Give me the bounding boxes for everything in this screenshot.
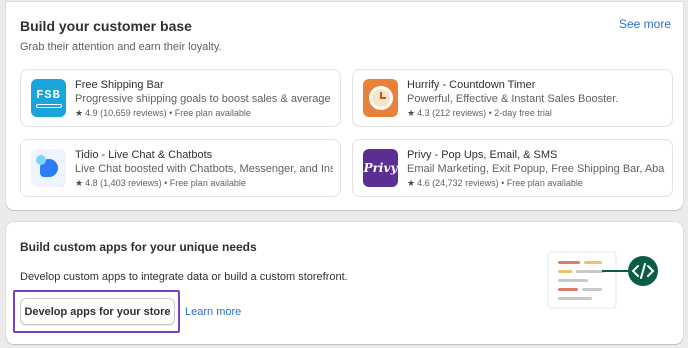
app-rating-meta: ★ 4.3 (212 reviews) • 2-day free trial [407,108,552,118]
section-title: Build your customer base [20,18,192,34]
learn-more-link[interactable]: Learn more [185,306,241,318]
app-description: Progressive shipping goals to boost sale… [75,93,333,105]
app-description: Powerful, Effective & Instant Sales Boos… [407,93,619,105]
see-more-link[interactable]: See more [619,17,671,31]
code-document-illustration-icon [547,251,658,309]
custom-apps-description: Develop custom apps to integrate data or… [20,271,348,283]
app-rating: 4.6 [417,178,430,188]
app-rating: 4.3 [417,108,430,118]
app-name: Free Shipping Bar [75,79,164,91]
custom-apps-card: Build custom apps for your unique needs … [6,222,683,344]
custom-apps-title: Build custom apps for your unique needs [20,240,257,254]
app-rating-meta: ★ 4.8 (1,403 reviews) • Free plan availab… [75,178,246,188]
app-name: Hurrify - Countdown Timer [407,79,536,91]
app-reviews: (1,403 reviews) [100,178,162,188]
privy-logo-text: Privy [363,161,398,175]
app-rating-meta: ★ 4.6 (24,732 reviews) • Free plan availa… [407,178,583,188]
privy-logo-icon: Privy [363,149,398,187]
chat-bubble-icon [31,149,66,187]
customer-base-card: Build your customer base See more Grab t… [6,2,683,210]
app-pricing: 2-day free trial [494,108,552,118]
app-rating: 4.8 [85,178,98,188]
fsb-logo-icon: FSB [31,79,66,117]
star-icon: ★ [407,178,416,188]
app-reviews: (212 reviews) [432,108,487,118]
develop-apps-button[interactable]: Develop apps for your store [20,298,175,325]
app-name: Tidio - Live Chat & Chatbots [75,149,213,161]
app-card-privy[interactable]: Privy Privy - Pop Ups, Email, & SMS Emai… [352,139,673,197]
app-card-tidio[interactable]: Tidio - Live Chat & Chatbots Live Chat b… [20,139,341,197]
app-card-hurrify[interactable]: Hurrify - Countdown Timer Powerful, Effe… [352,69,673,127]
app-description: Email Marketing, Exit Popup, Free Shippi… [407,163,665,175]
app-description: Live Chat boosted with Chatbots, Messeng… [75,163,333,175]
app-card-free-shipping-bar[interactable]: FSB Free Shipping Bar Progressive shippi… [20,69,341,127]
star-icon: ★ [75,108,84,118]
star-icon: ★ [407,108,416,118]
star-icon: ★ [75,178,84,188]
app-rating-meta: ★ 4.9 (10,659 reviews) • Free plan availa… [75,108,251,118]
app-pricing: Free plan available [169,178,246,188]
clock-icon [363,79,398,117]
app-reviews: (10,659 reviews) [100,108,167,118]
app-name: Privy - Pop Ups, Email, & SMS [407,149,558,161]
app-pricing: Free plan available [506,178,583,188]
app-rating: 4.9 [85,108,98,118]
app-pricing: Free plan available [174,108,251,118]
app-reviews: (24,732 reviews) [432,178,499,188]
section-subtitle: Grab their attention and earn their loya… [20,41,222,53]
fsb-logo-text: FSB [36,88,61,102]
